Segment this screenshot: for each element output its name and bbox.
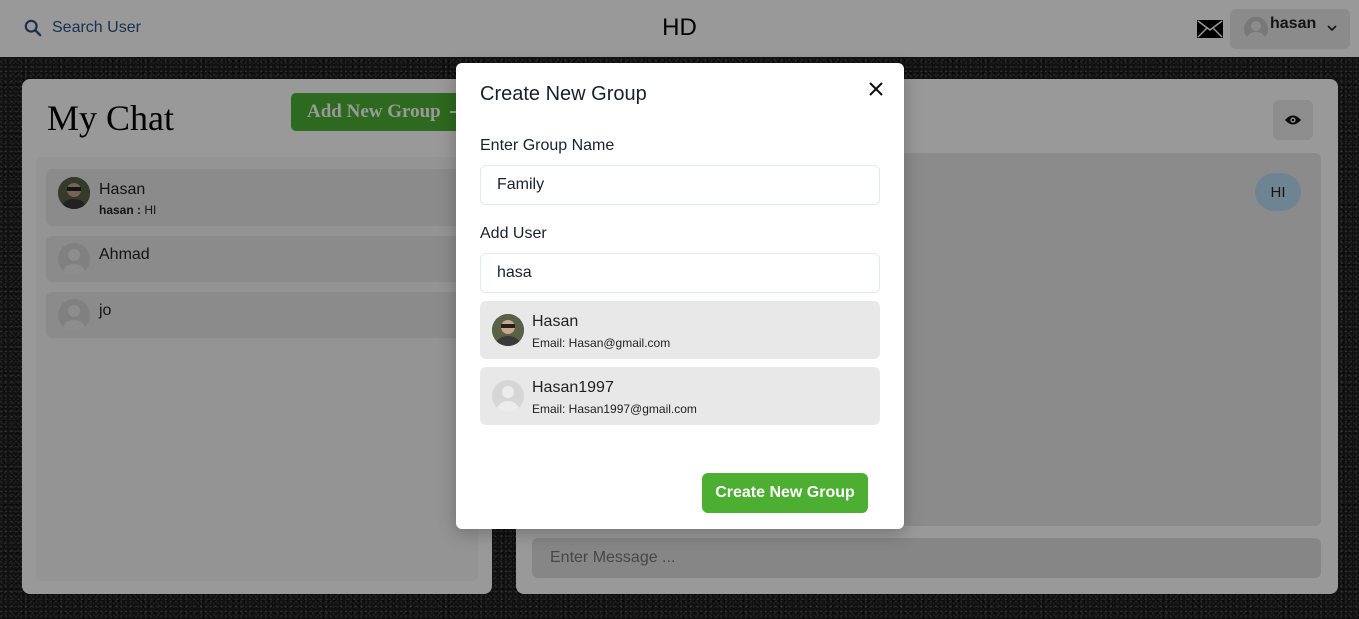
result-name: Hasan1997: [532, 379, 614, 396]
search-result-hasan1997[interactable]: Hasan1997 Email: Hasan1997@gmail.com: [480, 367, 880, 425]
add-user-label: Add User: [480, 225, 547, 242]
result-email: Email: Hasan1997@gmail.com: [532, 402, 697, 416]
group-name-label: Enter Group Name: [480, 137, 615, 154]
result-email: Email: Hasan@gmail.com: [532, 336, 671, 350]
avatar: [492, 380, 524, 412]
result-name: Hasan: [532, 313, 579, 330]
close-icon[interactable]: [866, 79, 886, 99]
modal-title: Create New Group: [480, 83, 647, 105]
create-group-submit-button[interactable]: Create New Group: [702, 473, 868, 513]
search-result-hasan[interactable]: Hasan Email: Hasan@gmail.com: [480, 301, 880, 359]
avatar: [492, 314, 524, 346]
user-photo-icon: [492, 314, 524, 346]
create-group-modal: Create New Group Enter Group Name Add Us…: [456, 63, 904, 529]
add-user-input[interactable]: [480, 253, 880, 293]
default-user-icon: [497, 386, 519, 412]
group-name-input[interactable]: [480, 165, 880, 205]
